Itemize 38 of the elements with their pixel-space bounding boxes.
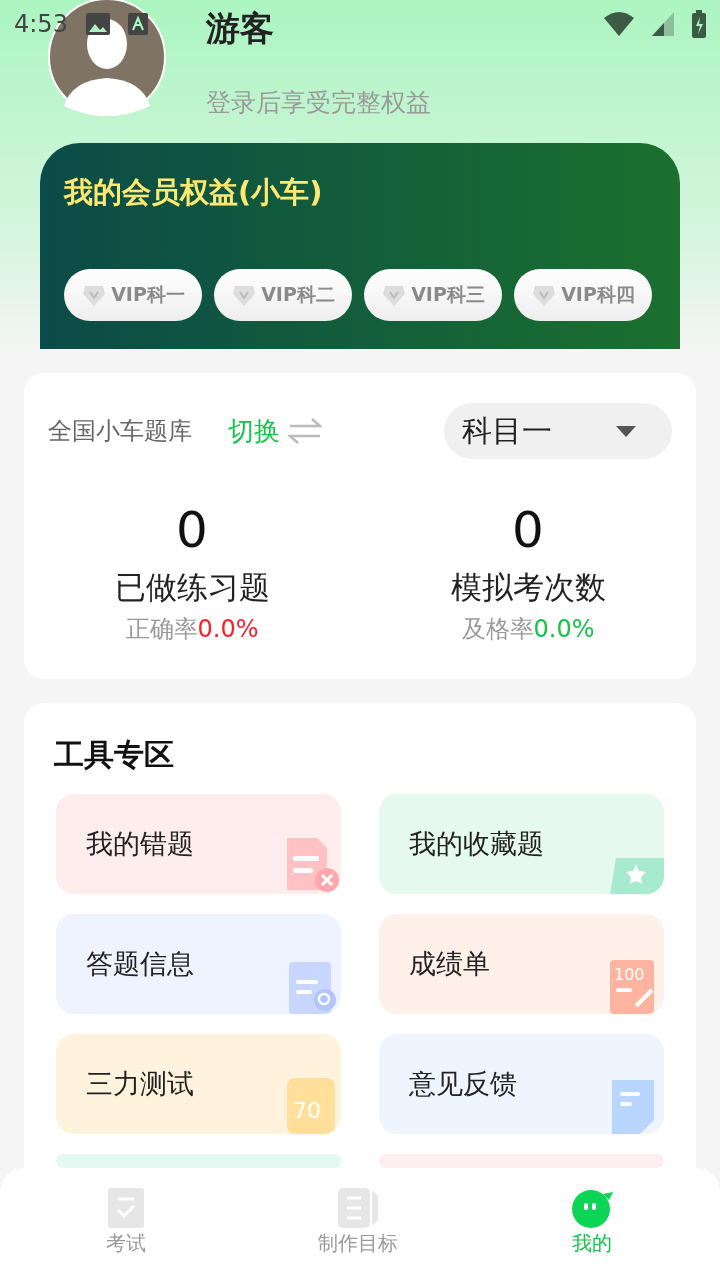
tool-tile[interactable]: 成绩单 100 bbox=[379, 914, 664, 1014]
swap-icon[interactable] bbox=[288, 417, 322, 445]
stat-label: 已做练习题 bbox=[114, 568, 270, 607]
tool-tile[interactable]: 我的收藏题 bbox=[379, 794, 664, 894]
nav-tab[interactable]: 考试 bbox=[0, 1168, 252, 1280]
vip-chip[interactable]: VIP科三 bbox=[364, 269, 502, 321]
checklist-icon bbox=[108, 1188, 144, 1228]
nav-tab[interactable]: 制作目标 bbox=[252, 1168, 464, 1280]
tool-tile[interactable]: 三力测试 70 bbox=[56, 1034, 341, 1134]
document-icon bbox=[338, 1188, 378, 1228]
stat-label: 模拟考次数 bbox=[450, 568, 606, 607]
tool-tile[interactable]: 意见反馈 bbox=[379, 1034, 664, 1134]
subject-dropdown[interactable]: 科目一 bbox=[444, 403, 672, 459]
star-card-icon bbox=[610, 858, 664, 894]
stat-value: 0 bbox=[176, 501, 208, 559]
font-icon bbox=[127, 13, 148, 35]
tool-tile[interactable] bbox=[56, 1154, 341, 1168]
stat-value: 0 bbox=[512, 501, 544, 559]
login-hint: 登录后享受完整权益 bbox=[206, 87, 431, 119]
smiley-icon bbox=[571, 1188, 613, 1228]
tool-tile[interactable]: 答题信息 bbox=[56, 914, 341, 1014]
nav-tab[interactable]: 我的 bbox=[464, 1168, 720, 1280]
stat-rate: 及格率0.0% bbox=[461, 614, 595, 645]
section-title: 工具专区 bbox=[53, 736, 175, 774]
signal-icon bbox=[652, 12, 674, 36]
switch-link[interactable]: 切换 bbox=[228, 413, 280, 449]
membership-title: 我的会员权益(小车) bbox=[64, 175, 323, 209]
wifi-icon bbox=[604, 12, 634, 36]
caret-icon bbox=[616, 425, 636, 437]
image-icon bbox=[85, 13, 110, 35]
vip-chip[interactable]: VIP科二 bbox=[214, 269, 352, 321]
battery-icon bbox=[692, 10, 706, 38]
vip-chip[interactable]: VIP科四 bbox=[514, 269, 652, 321]
vip-chip[interactable]: VIP科一 bbox=[64, 269, 202, 321]
tool-tile[interactable]: 我的错题 bbox=[56, 794, 341, 894]
user-name: 游客 bbox=[206, 7, 275, 50]
stat-rate: 正确率0.0% bbox=[125, 614, 259, 645]
question-bank-label: 全国小车题库 bbox=[48, 416, 192, 447]
